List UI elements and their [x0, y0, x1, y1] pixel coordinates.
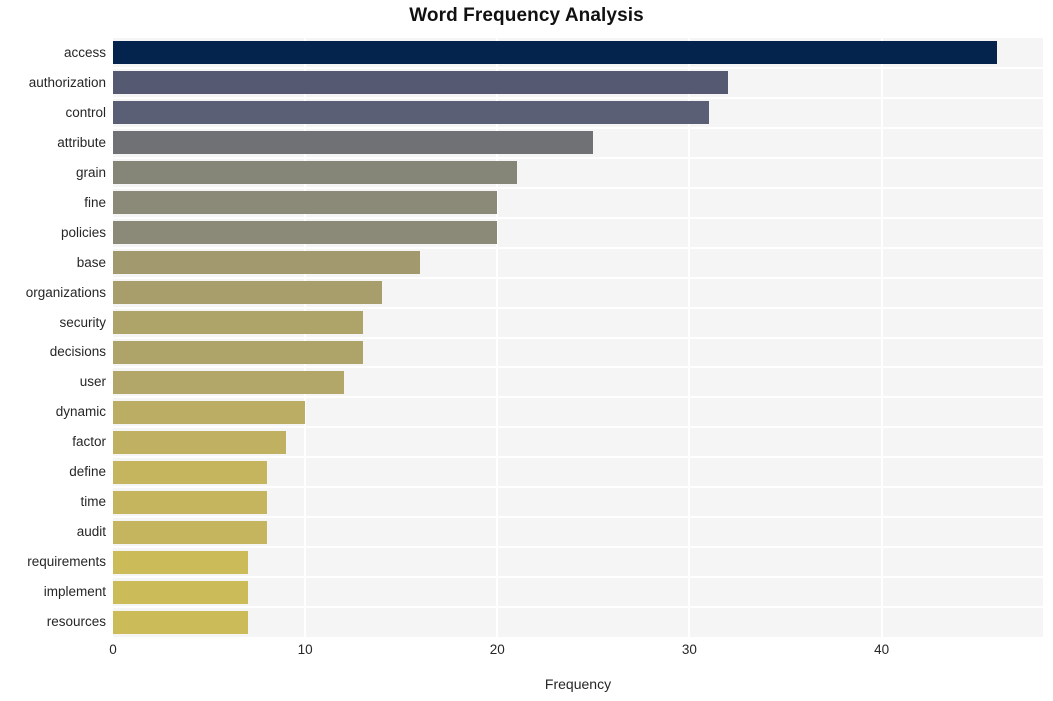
bar-resources[interactable]	[113, 610, 248, 634]
bar-row[interactable]	[113, 161, 1043, 185]
row-separator	[113, 396, 1043, 399]
bar-row[interactable]	[113, 311, 1043, 335]
bar-attribute[interactable]	[113, 131, 594, 155]
y-tick-label-grain: grain	[75, 164, 106, 180]
row-separator	[113, 216, 1043, 219]
bar-row[interactable]	[113, 101, 1043, 125]
bar-row[interactable]	[113, 251, 1043, 275]
y-tick-label-access: access	[63, 44, 106, 60]
bar-time[interactable]	[113, 490, 267, 514]
row-separator	[113, 336, 1043, 339]
x-tick-label-20: 20	[489, 642, 505, 657]
bar-authorization[interactable]	[113, 71, 728, 95]
y-tick-label-fine: fine	[84, 194, 106, 210]
row-separator	[113, 486, 1043, 489]
bar-grain[interactable]	[113, 161, 517, 185]
chart-title: Word Frequency Analysis	[409, 5, 644, 26]
bar-row[interactable]	[113, 131, 1043, 155]
bar-row[interactable]	[113, 460, 1043, 484]
x-axis-tick-labels: 0 10 20 30 40	[0, 643, 1053, 667]
row-separator	[113, 276, 1043, 279]
bar-row[interactable]	[113, 340, 1043, 364]
y-axis-tick-labels: access authorization control attribute grain…	[0, 38, 106, 637]
y-tick-label-organizations: organizations	[25, 284, 106, 300]
plot-area	[113, 38, 1043, 637]
bar-user[interactable]	[113, 370, 344, 394]
y-tick-label-dynamic: dynamic	[55, 404, 106, 420]
y-tick-label-control: control	[65, 104, 106, 120]
bar-base[interactable]	[113, 251, 421, 275]
y-tick-label-factor: factor	[72, 434, 106, 450]
bar-requirements[interactable]	[113, 550, 248, 574]
bar-factor[interactable]	[113, 430, 286, 454]
y-tick-label-user: user	[79, 374, 106, 390]
y-tick-label-implement: implement	[43, 584, 106, 600]
row-separator	[113, 306, 1043, 309]
x-tick-label-10: 10	[297, 642, 313, 657]
bar-row[interactable]	[113, 580, 1043, 604]
bar-row[interactable]	[113, 281, 1043, 305]
row-separator	[113, 126, 1043, 129]
y-tick-label-audit: audit	[76, 524, 106, 540]
bar-organizations[interactable]	[113, 281, 382, 305]
x-tick-label-0: 0	[109, 642, 117, 657]
x-tick-label-30: 30	[681, 642, 697, 657]
bar-row[interactable]	[113, 400, 1043, 424]
bar-dynamic[interactable]	[113, 400, 306, 424]
bar-implement[interactable]	[113, 580, 248, 604]
bar-policies[interactable]	[113, 221, 498, 245]
y-tick-label-time: time	[80, 494, 106, 510]
x-tick-label-40: 40	[874, 642, 890, 657]
row-separator	[113, 366, 1043, 369]
bar-row[interactable]	[113, 610, 1043, 634]
row-separator	[113, 246, 1043, 249]
chart-figure: Word Frequency Analysis access authorizat…	[0, 0, 1053, 701]
y-tick-label-security: security	[59, 314, 106, 330]
row-separator	[113, 66, 1043, 69]
y-tick-label-decisions: decisions	[49, 344, 106, 360]
bar-row[interactable]	[113, 430, 1043, 454]
bar-control[interactable]	[113, 101, 709, 125]
bar-audit[interactable]	[113, 520, 267, 544]
row-separator	[113, 516, 1043, 519]
bar-define[interactable]	[113, 460, 267, 484]
bar-row[interactable]	[113, 520, 1043, 544]
y-tick-label-requirements: requirements	[27, 554, 106, 570]
bar-row[interactable]	[113, 71, 1043, 95]
row-separator	[113, 156, 1043, 159]
row-separator	[113, 576, 1043, 579]
row-separator	[113, 456, 1043, 459]
bar-access[interactable]	[113, 41, 997, 65]
bars-layer	[113, 38, 1043, 637]
y-tick-label-policies: policies	[60, 224, 106, 240]
row-separator	[113, 96, 1043, 99]
bar-row[interactable]	[113, 370, 1043, 394]
bar-row[interactable]	[113, 41, 1043, 65]
bar-row[interactable]	[113, 490, 1043, 514]
row-separator	[113, 426, 1043, 429]
y-tick-label-define: define	[69, 464, 106, 480]
y-tick-label-attribute: attribute	[57, 134, 106, 150]
bar-row[interactable]	[113, 191, 1043, 215]
y-tick-label-resources: resources	[46, 614, 106, 630]
bar-security[interactable]	[113, 311, 363, 335]
y-tick-label-base: base	[76, 254, 106, 270]
row-separator	[113, 606, 1043, 609]
bar-row[interactable]	[113, 550, 1043, 574]
bar-row[interactable]	[113, 221, 1043, 245]
bar-fine[interactable]	[113, 191, 498, 215]
bar-decisions[interactable]	[113, 340, 363, 364]
y-tick-label-authorization: authorization	[28, 74, 106, 90]
row-separator	[113, 546, 1043, 549]
row-separator	[113, 186, 1043, 189]
x-axis-title: Frequency	[544, 676, 612, 692]
